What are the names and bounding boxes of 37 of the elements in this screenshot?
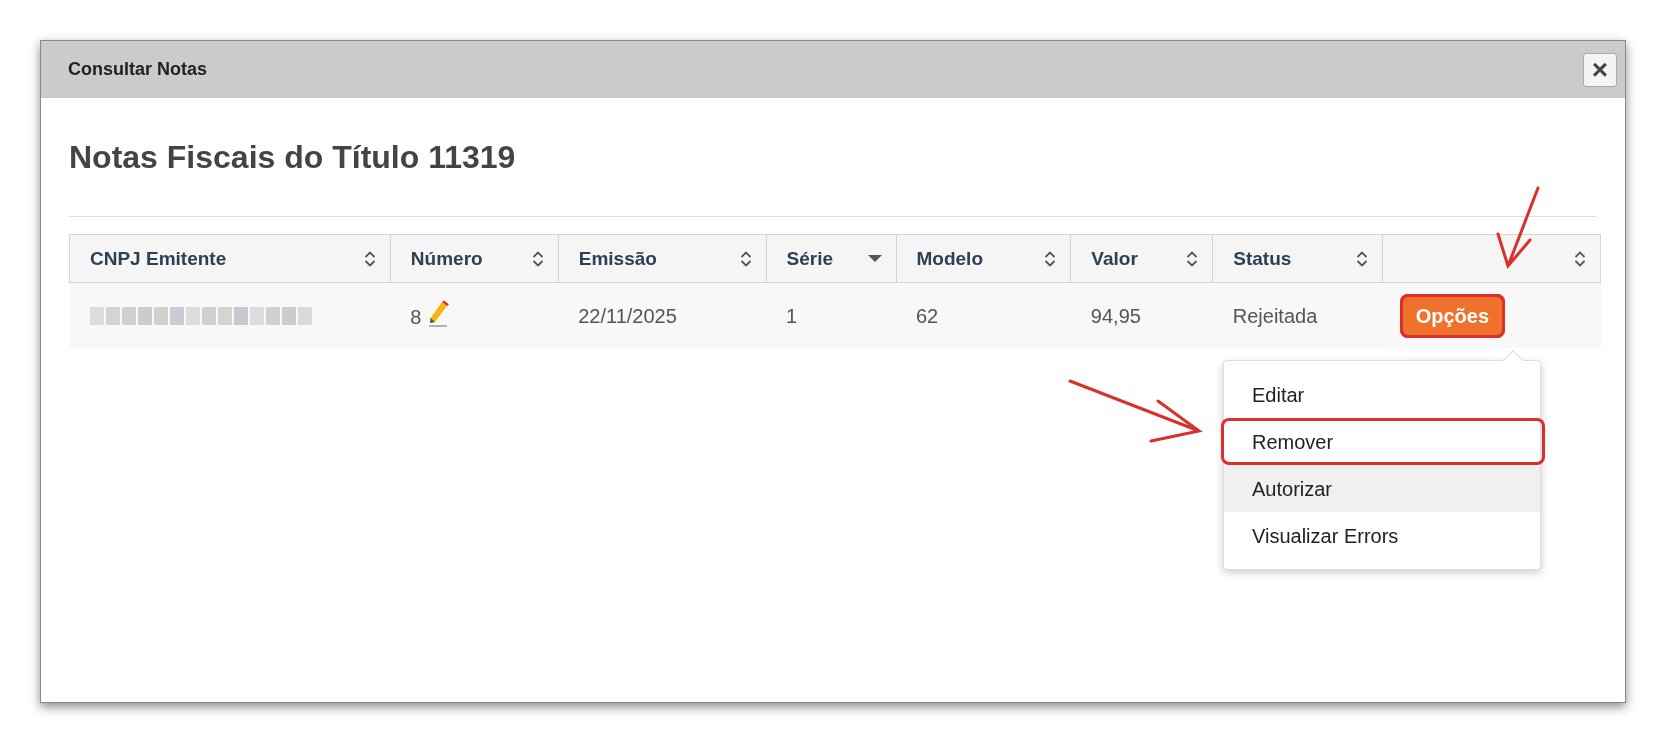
column-header[interactable]: CNPJ Emitente — [69, 234, 391, 283]
sort-icon[interactable] — [1574, 249, 1586, 268]
column-header[interactable]: Modelo — [896, 234, 1071, 283]
cell-text: 94,95 — [1090, 304, 1141, 327]
column-header[interactable]: Emissão — [558, 234, 767, 283]
header-label: Modelo — [916, 246, 983, 271]
menu-item[interactable]: Editar — [1224, 371, 1540, 418]
sort-icon[interactable] — [363, 249, 376, 268]
sort-icon[interactable] — [1044, 249, 1057, 268]
header-label: CNPJ Emitente — [90, 246, 227, 271]
sort-icon[interactable] — [1186, 249, 1199, 268]
menu-item[interactable]: Visualizar Errors — [1224, 512, 1540, 559]
column-header[interactable]: Número — [390, 234, 559, 283]
menu-item[interactable]: Autorizar — [1224, 465, 1540, 512]
column-header[interactable]: Série — [766, 234, 896, 283]
header-label: Número — [410, 246, 483, 271]
cell-text: Rejeitada — [1232, 304, 1318, 327]
cell-text: 22/11/2025 — [578, 304, 677, 327]
header-label: Status — [1233, 246, 1292, 271]
column-header[interactable]: Valor — [1070, 234, 1213, 283]
sort-icon[interactable] — [739, 249, 752, 268]
column-header[interactable] — [1382, 234, 1601, 283]
sort-icon[interactable] — [1356, 249, 1369, 268]
sort-descending-icon[interactable] — [867, 254, 882, 263]
column-header[interactable]: Status — [1212, 234, 1383, 283]
cell-text: 1 — [786, 304, 798, 327]
close-button[interactable]: × — [1583, 52, 1617, 87]
cell-text: 8 — [410, 305, 422, 328]
sort-icon[interactable] — [531, 249, 544, 268]
cell-text: 62 — [916, 304, 939, 327]
header-label: Emissão — [578, 246, 657, 271]
header-label: Valor — [1091, 246, 1138, 271]
menu-item[interactable]: Remover — [1221, 418, 1545, 465]
page-heading: Notas Fiscais do Título 11319 — [69, 138, 517, 177]
header-label: Série — [786, 246, 834, 271]
dialog-title: Consultar Notas — [68, 58, 208, 81]
pencil-icon[interactable] — [427, 299, 450, 328]
